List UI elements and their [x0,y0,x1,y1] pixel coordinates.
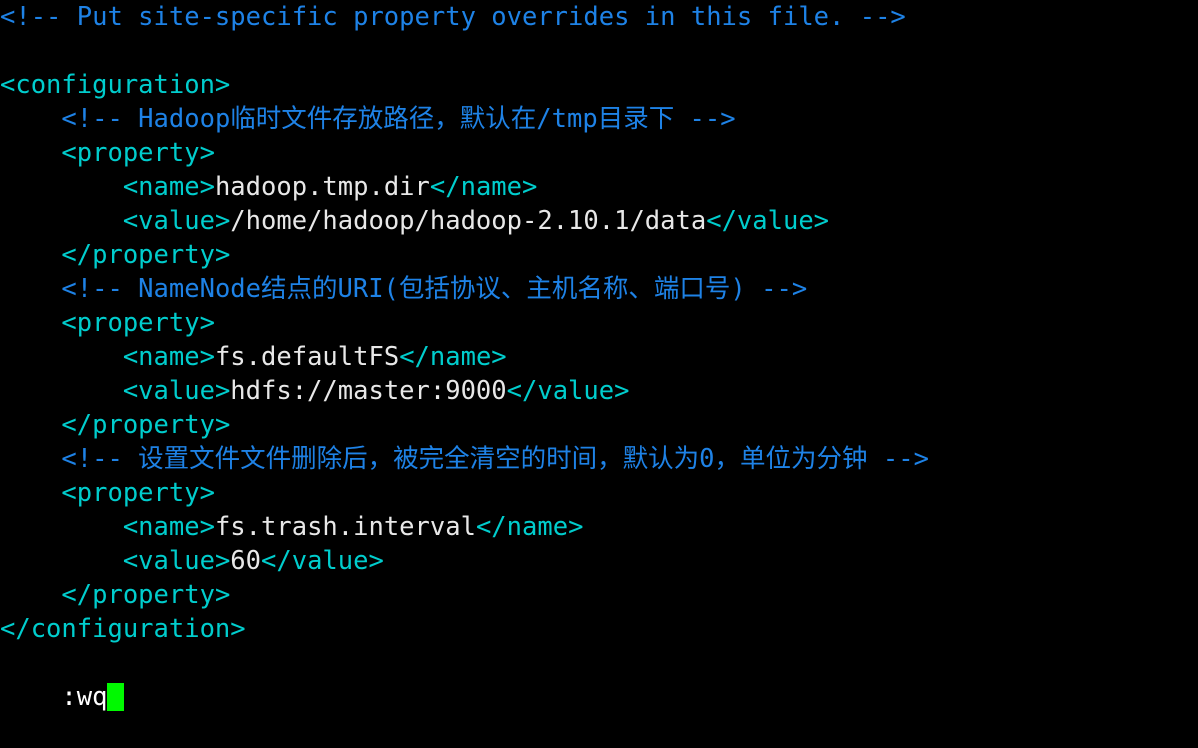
code-token-tag: </property> [61,410,231,440]
code-token-tag: <value> [122,546,231,576]
vim-terminal-window[interactable]: <!-- Put site-specific property override… [0,0,1198,712]
code-token-tag: </property> [61,240,231,270]
vim-command-line[interactable]: :wq [0,646,1198,712]
code-line: <property> [0,136,1198,170]
code-line: <!-- Hadoop临时文件存放路径，默认在/tmp目录下 --> [0,102,1198,136]
code-token-tag: </value> [506,376,630,406]
code-line: <name>hadoop.tmp.dir</name> [0,170,1198,204]
code-line: <value>/home/hadoop/hadoop-2.10.1/data</… [0,204,1198,238]
code-line: </property> [0,238,1198,272]
code-token-tag: </property> [61,580,231,610]
code-token-text: /home/hadoop/hadoop-2.10.1/data [230,206,707,236]
code-line: <configuration> [0,68,1198,102]
code-token-text: fs.defaultFS [214,342,400,372]
code-token-tag: </name> [475,512,584,542]
code-line: <name>fs.defaultFS</name> [0,340,1198,374]
code-token-comment: <!-- 设置文件文件删除后，被完全清空的时间，默认为0，单位为分钟 --> [61,444,929,474]
code-token-tag: <property> [61,478,215,508]
code-line: <!-- 设置文件文件删除后，被完全清空的时间，默认为0，单位为分钟 --> [0,442,1198,476]
code-line: <!-- Put site-specific property override… [0,0,1198,34]
code-token-tag: <name> [122,342,215,372]
code-token-tag: </value> [261,546,384,576]
code-token-comment: <!-- NameNode结点的URI(包括协议、主机名称、端口号) --> [61,274,808,304]
code-token-text: fs.trash.interval [214,512,476,542]
terminal-cursor [107,683,125,711]
code-token-text: 60 [230,546,262,576]
code-token-tag: <property> [61,308,215,338]
code-token-tag: </configuration> [0,614,246,644]
code-line: <value>hdfs://master:9000</value> [0,374,1198,408]
code-token-tag: <value> [122,206,231,236]
code-token-comment: <!-- Put site-specific property override… [0,2,906,32]
code-token-tag: <property> [61,138,215,168]
code-line: <property> [0,476,1198,510]
code-token-tag: <name> [122,172,215,202]
code-token-tag: </name> [429,172,538,202]
code-line: <name>fs.trash.interval</name> [0,510,1198,544]
code-token-tag: </value> [706,206,830,236]
code-token-tag: <configuration> [0,70,231,100]
code-line: <value>60</value> [0,544,1198,578]
code-token-tag: <value> [122,376,231,406]
vim-text-buffer[interactable]: <!-- Put site-specific property override… [0,0,1198,646]
code-token-comment: <!-- Hadoop临时文件存放路径，默认在/tmp目录下 --> [61,104,736,134]
code-line: <property> [0,306,1198,340]
code-line: <!-- NameNode结点的URI(包括协议、主机名称、端口号) --> [0,272,1198,306]
code-token-tag: <name> [122,512,215,542]
code-line: </property> [0,578,1198,612]
code-line: </configuration> [0,612,1198,646]
code-token-text: hadoop.tmp.dir [214,172,430,202]
code-token-text: hdfs://master:9000 [230,376,507,406]
code-line: </property> [0,408,1198,442]
code-token-tag: </name> [399,342,507,372]
